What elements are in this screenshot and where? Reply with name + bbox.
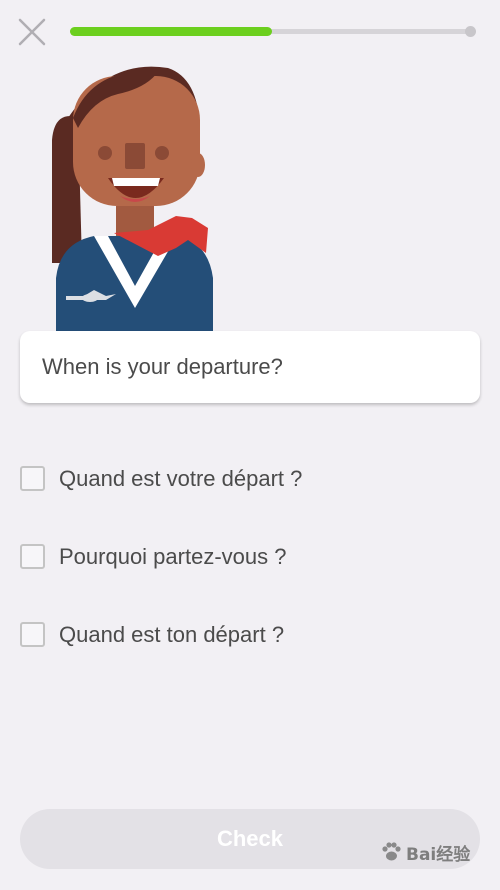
answer-option[interactable]: Quand est votre départ ?: [20, 458, 480, 499]
progress-end-dot: [465, 26, 476, 37]
progress-fill: [70, 27, 272, 36]
top-bar: [0, 0, 500, 64]
option-label: Quand est votre départ ?: [59, 465, 303, 491]
close-icon: [18, 18, 46, 46]
paw-icon: [382, 842, 401, 861]
flight-attendant-illustration: [52, 66, 213, 333]
checkbox[interactable]: [20, 466, 45, 491]
prompt-text: When is your departure?: [42, 354, 283, 379]
progress-bar: [70, 26, 476, 37]
checkbox[interactable]: [20, 544, 45, 569]
checkbox[interactable]: [20, 622, 45, 647]
answer-options: Quand est votre départ ? Pourquoi partez…: [20, 458, 480, 692]
close-button[interactable]: [14, 14, 50, 50]
option-label: Quand est ton départ ?: [59, 621, 285, 647]
watermark-text: Bai经验: [406, 844, 471, 865]
answer-option[interactable]: Quand est ton départ ?: [20, 614, 480, 655]
prompt-card: When is your departure?: [20, 331, 480, 403]
answer-option[interactable]: Pourquoi partez-vous ?: [20, 536, 480, 577]
baidu-watermark: Bai经验: [380, 832, 492, 872]
option-label: Pourquoi partez-vous ?: [59, 543, 287, 569]
